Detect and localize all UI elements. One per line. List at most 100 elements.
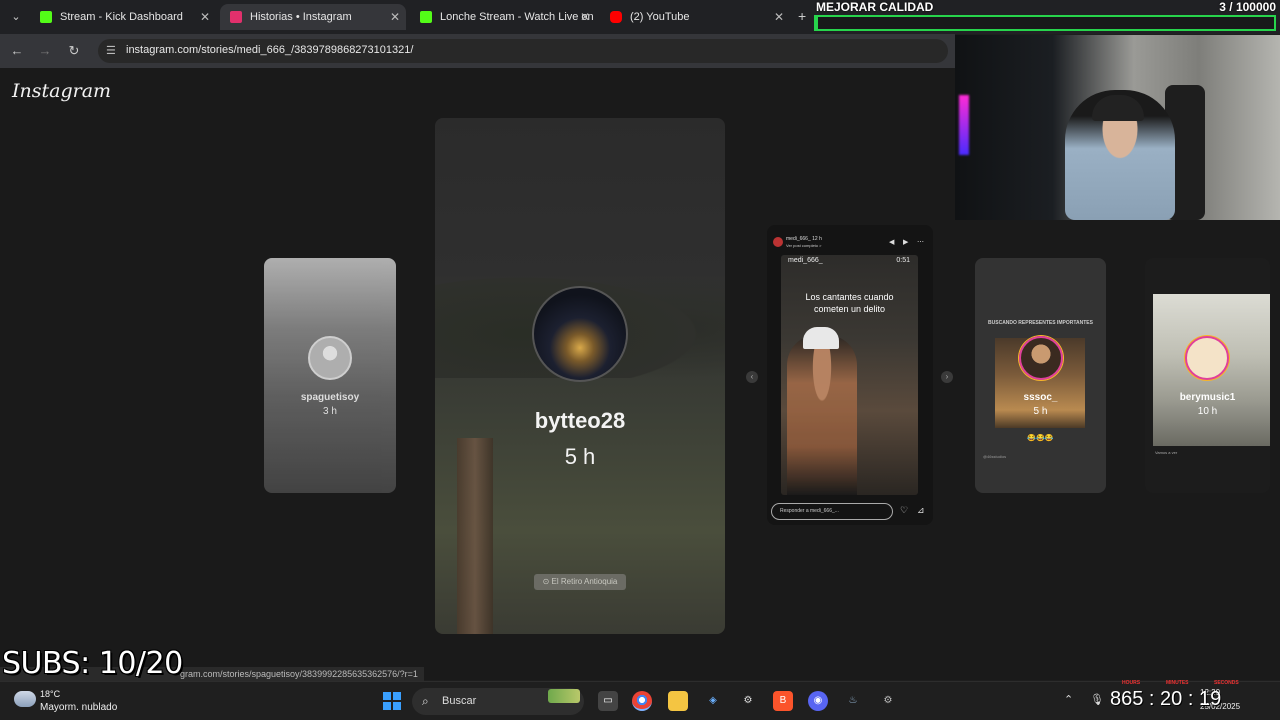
- rgb-light: [959, 95, 969, 155]
- tab-youtube[interactable]: (2) YouTube ✕: [600, 4, 790, 30]
- tab-label: Stream - Kick Dashboard: [60, 11, 183, 23]
- microphone-icon[interactable]: 🎙: [1090, 693, 1104, 706]
- story-username[interactable]: medi_666_ 12 h: [786, 236, 822, 242]
- story-emoji: 😂😂😂: [1027, 435, 1054, 442]
- back-icon[interactable]: ←: [8, 42, 26, 60]
- tray-overflow-icon[interactable]: ⌃: [1064, 693, 1073, 706]
- story-username: berymusic1: [1179, 392, 1236, 403]
- youtube-icon: [610, 11, 622, 23]
- location-sticker: ⊙ El Retiro Antioquia: [534, 574, 626, 590]
- media-cap: [803, 327, 839, 349]
- previous-story-icon[interactable]: ‹: [746, 371, 758, 383]
- story-caption: Los cantantes cuando cometen un delito: [805, 292, 894, 314]
- instagram-logo[interactable]: Instagram: [12, 80, 111, 102]
- tab-search-icon[interactable]: ⌄: [6, 7, 26, 27]
- search-highlight-image: [548, 689, 580, 703]
- avatar: [532, 286, 628, 382]
- story-header-text: BUSCANDO REPRESENTES IMPORTANTES: [988, 320, 1093, 326]
- search-placeholder: Buscar: [442, 695, 477, 707]
- close-icon[interactable]: ✕: [200, 4, 210, 30]
- media-person: [787, 335, 857, 495]
- mute-icon[interactable]: ◀: [889, 238, 894, 246]
- location-text: El Retiro Antioquia: [551, 577, 618, 586]
- settings-icon[interactable]: ⚙: [878, 691, 898, 711]
- story-footer-text: @46sstudios: [983, 454, 1007, 459]
- view-post-link[interactable]: Ver post completo >: [786, 243, 821, 248]
- story-username: sssoc_: [1023, 392, 1058, 403]
- story-footer-text: Vamos a ver: [1155, 450, 1178, 455]
- avatar[interactable]: [773, 237, 783, 247]
- story-preview-spaguetisoy[interactable]: spaguetisoy 3 h: [264, 258, 396, 493]
- windows-start-icon[interactable]: [383, 692, 401, 710]
- story-time: 10 h: [1197, 406, 1218, 417]
- kick-icon: [420, 11, 432, 23]
- tab-kick-dashboard[interactable]: Stream - Kick Dashboard ✕: [30, 4, 216, 30]
- chatgpt-icon[interactable]: ⚙: [738, 691, 758, 711]
- tab-label: (2) YouTube: [630, 11, 690, 23]
- timer-label-minutes: MINUTES: [1166, 680, 1189, 686]
- screen: ⌄ Stream - Kick Dashboard ✕ Historias • …: [0, 0, 1280, 720]
- goal-count: 3 / 100000: [1219, 0, 1276, 14]
- story-preview-berymusic1[interactable]: berymusic1 10 h Vamos a ver: [1145, 258, 1270, 493]
- story-username: bytteo28: [534, 408, 626, 433]
- goal-progress-fill: [816, 17, 819, 29]
- tab-lonche-stream[interactable]: Lonche Stream - Watch Live on ✕: [410, 4, 596, 30]
- address-bar[interactable]: ☰ instagram.com/stories/medi_666_/383978…: [98, 39, 948, 63]
- active-story[interactable]: medi_666_ 12 h Ver post completo > ◀ ▶ ⋯…: [767, 225, 933, 525]
- more-options-icon[interactable]: ⋯: [917, 238, 924, 246]
- share-icon[interactable]: ⊿: [917, 505, 925, 516]
- discord-icon[interactable]: ◉: [808, 691, 828, 711]
- subs-counter: SUBS: 10/20: [2, 646, 183, 681]
- steam-icon[interactable]: ♨: [843, 691, 863, 711]
- instagram-icon: [230, 11, 242, 23]
- reply-input[interactable]: Responder a medi_666_...: [771, 503, 893, 520]
- story-preview-sssoc[interactable]: BUSCANDO REPRESENTES IMPORTANTES sssoc_ …: [975, 258, 1106, 493]
- tab-label: Historias • Instagram: [250, 11, 352, 23]
- windows-taskbar: 18°C Mayorm. nublado ⌕ Buscar ▭ ◈ ⚙ B ◉ …: [0, 681, 1280, 720]
- play-icon[interactable]: ▶: [903, 238, 908, 246]
- story-header: medi_666_ 12 h Ver post completo > ◀ ▶ ⋯: [771, 235, 931, 251]
- avatar: [1185, 336, 1229, 380]
- story-time: 5 h: [564, 444, 596, 469]
- avatar: [1019, 336, 1063, 380]
- reload-icon[interactable]: ↻: [65, 42, 83, 60]
- next-story-icon[interactable]: ›: [941, 371, 953, 383]
- folder-icon[interactable]: [668, 691, 688, 711]
- story-preview-bytteo28[interactable]: bytteo28 5 h ⊙ El Retiro Antioquia: [435, 118, 725, 634]
- timer-label-hours: HOURS: [1122, 680, 1141, 686]
- weather-description[interactable]: Mayorm. nublado: [40, 702, 117, 713]
- browser-toolbar: ← → ↻ ☰ instagram.com/stories/medi_666_/…: [0, 34, 955, 68]
- status-url: gram.com/stories/spaguetisoy/38399922856…: [180, 669, 418, 679]
- new-tab-button[interactable]: +: [798, 8, 806, 24]
- story-time: 12 h: [812, 236, 822, 242]
- story-time: 3 h: [323, 406, 337, 417]
- heart-icon[interactable]: ♡: [900, 505, 908, 516]
- goal-progress-bar: [814, 15, 1276, 31]
- close-icon[interactable]: ✕: [390, 4, 400, 30]
- close-icon[interactable]: ✕: [580, 4, 590, 30]
- tab-instagram-stories[interactable]: Historias • Instagram ✕: [220, 4, 406, 30]
- username-text: medi_666_: [786, 236, 811, 242]
- brave-icon[interactable]: B: [773, 691, 793, 711]
- app-icon[interactable]: ◈: [703, 691, 723, 711]
- media-username: medi_666_: [788, 257, 823, 264]
- cloud-icon[interactable]: [14, 691, 36, 707]
- stream-timer: 865 : 20 : 19: [1110, 688, 1222, 710]
- webcam-overlay: [955, 35, 1280, 220]
- site-info-icon[interactable]: ☰: [106, 44, 120, 58]
- story-time: 5 h: [1033, 406, 1048, 417]
- weather-temperature[interactable]: 18°C: [40, 689, 60, 699]
- close-icon[interactable]: ✕: [774, 4, 784, 30]
- story-media[interactable]: medi_666_ 0:51 Los cantantes cuando come…: [781, 255, 918, 495]
- story-username: spaguetisoy: [300, 392, 360, 403]
- goal-title: MEJORAR CALIDAD: [816, 0, 934, 14]
- avatar: [308, 336, 352, 380]
- search-icon: ⌕: [422, 694, 429, 708]
- tab-label: Lonche Stream - Watch Live on: [440, 11, 594, 23]
- kick-icon: [40, 11, 52, 23]
- task-view-icon[interactable]: ▭: [598, 691, 618, 711]
- media-timestamp: 0:51: [896, 257, 910, 264]
- url-text[interactable]: instagram.com/stories/medi_666_/38397898…: [126, 44, 413, 56]
- chrome-icon[interactable]: [632, 691, 652, 711]
- forward-icon[interactable]: →: [36, 42, 54, 60]
